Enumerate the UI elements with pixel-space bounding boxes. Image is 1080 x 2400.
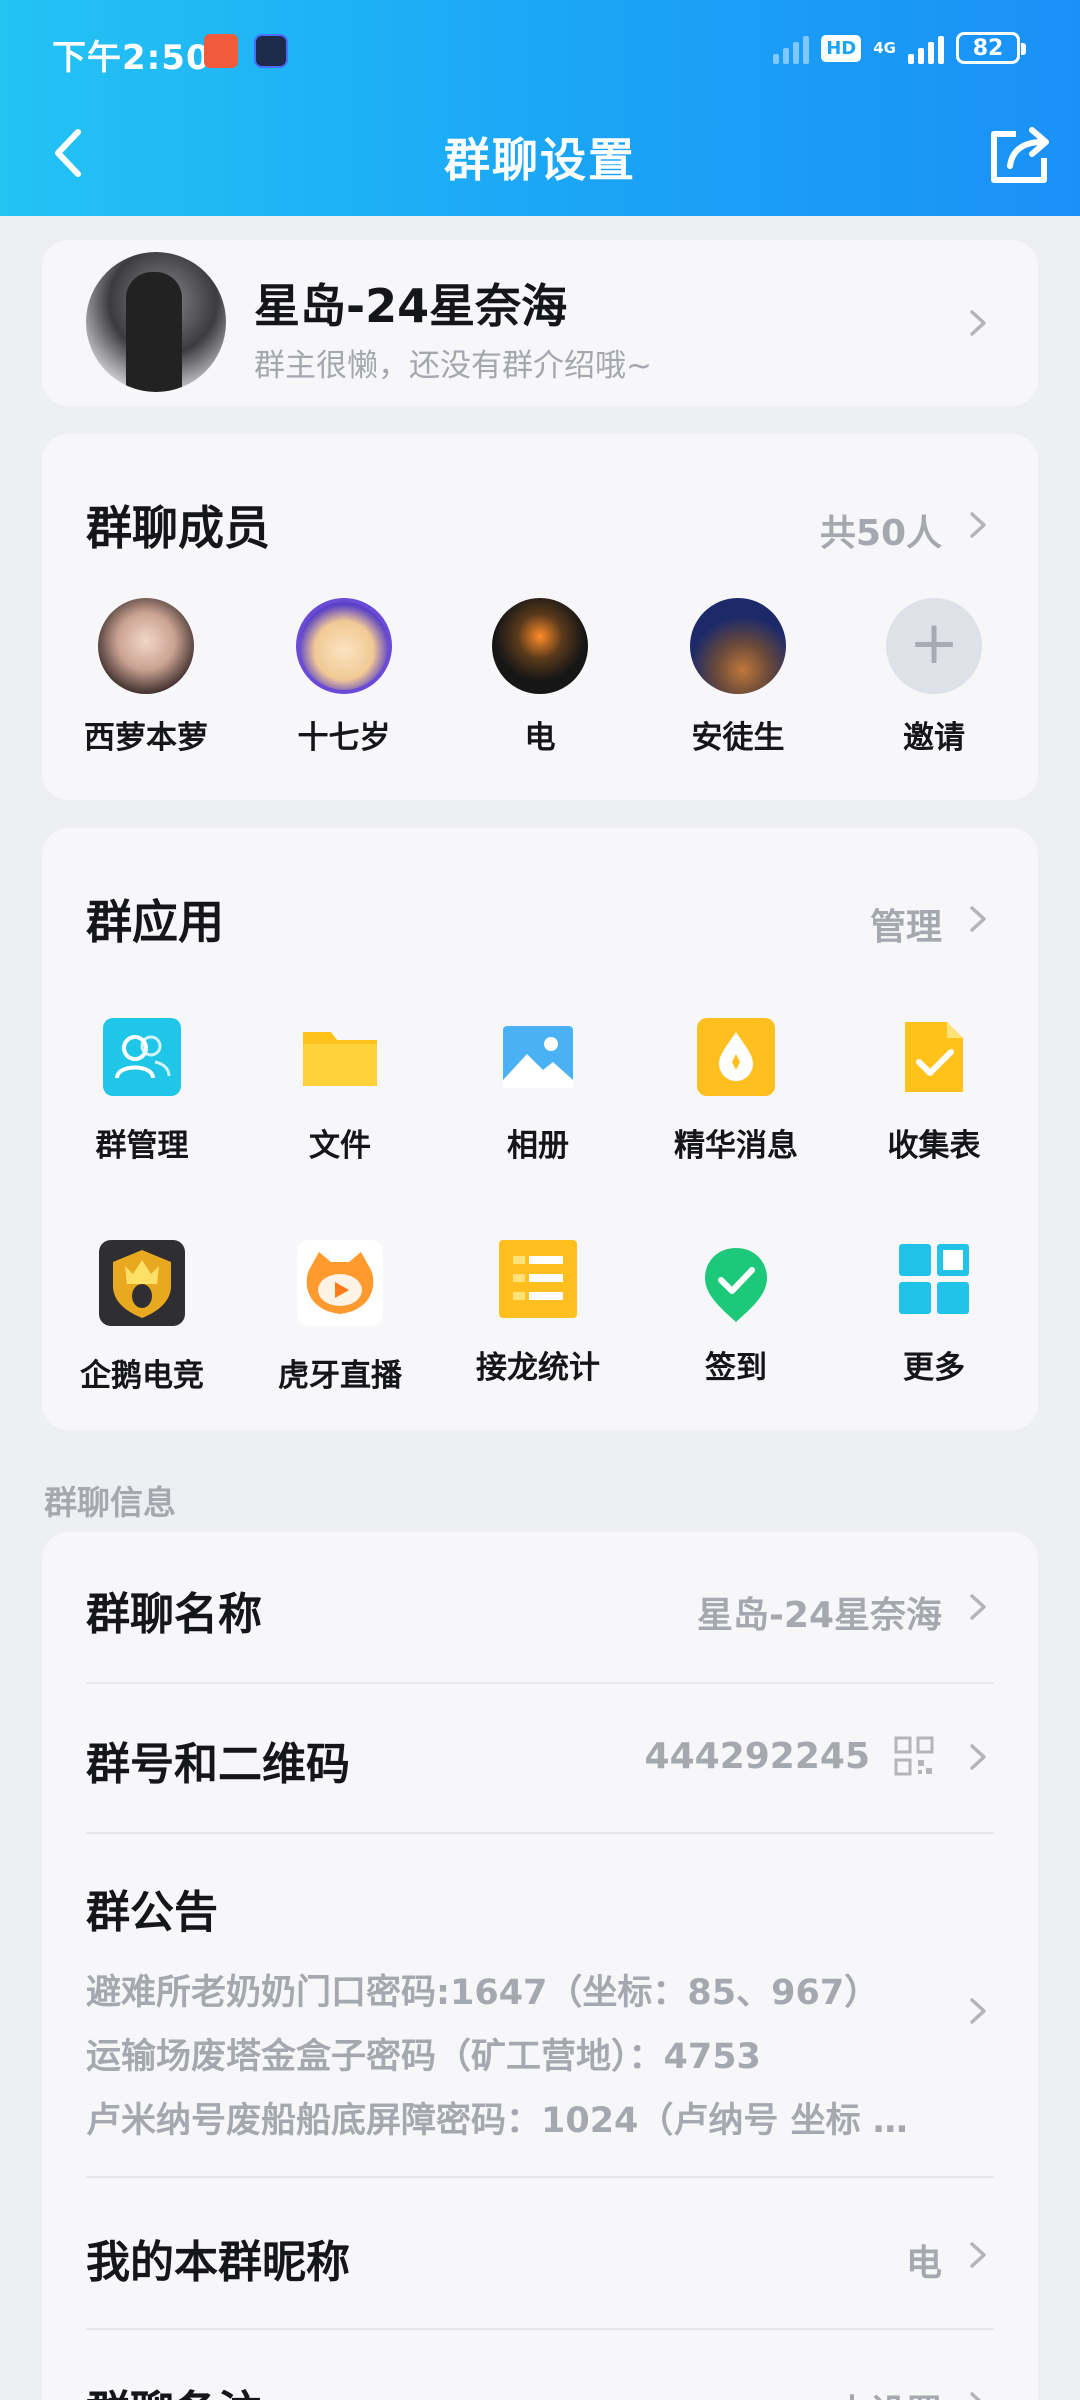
app-more[interactable]: 更多 <box>850 1240 1018 1387</box>
group-profile-card[interactable]: 星岛-24星奈海 群主很懒，还没有群介绍哦~ <box>42 240 1038 406</box>
chevron-right-icon[interactable] <box>960 902 994 936</box>
app-label: 虎牙直播 <box>278 1358 402 1394</box>
app-label: 企鹅电竞 <box>80 1358 204 1394</box>
member-item[interactable]: 电 <box>470 598 610 757</box>
member-item[interactable]: 西萝本萝 <box>76 598 216 757</box>
member-name: 安徒生 <box>691 720 785 756</box>
photo-album-icon <box>499 1018 577 1096</box>
huya-live-icon <box>297 1240 383 1326</box>
status-indicators: HD 4G 82 <box>773 32 1026 64</box>
my-nickname-label: 我的本群昵称 <box>86 2237 350 2288</box>
more-grid-icon <box>895 1240 973 1318</box>
apps-title: 群应用 <box>86 895 224 949</box>
header-bar: 下午2:50 HD 4G 82 群聊设置 <box>0 0 1080 216</box>
app-label: 文件 <box>309 1128 371 1164</box>
app-label: 精华消息 <box>674 1128 798 1164</box>
invite-label: 邀请 <box>903 720 965 756</box>
members-card: 群聊成员 共50人 西萝本萝 十七岁 电 安徒生 + 邀请 <box>42 434 1038 800</box>
member-item[interactable]: 安徒生 <box>668 598 808 757</box>
chevron-right-icon <box>960 2388 994 2400</box>
group-number-label: 群号和二维码 <box>86 1739 350 1790</box>
group-notice-row[interactable]: 群公告 避难所老奶奶门口密码:1647（坐标：85、967） 运输场废塔金盒子密… <box>42 1834 1038 2176</box>
battery-icon: 82 <box>956 32 1026 64</box>
share-button[interactable] <box>980 114 1060 194</box>
signal-icon <box>908 32 944 64</box>
app-relay-stats[interactable]: 接龙统计 <box>454 1240 622 1387</box>
notice-line: 运输场废塔金盒子密码（矿工营地）：4753 <box>86 2037 761 2077</box>
nav-bar: 群聊设置 <box>0 100 1080 216</box>
page-title: 群聊设置 <box>444 133 636 187</box>
chevron-right-icon <box>960 1994 994 2028</box>
group-number-row[interactable]: 群号和二维码 444292245 <box>42 1684 1038 1832</box>
notification-app-icon <box>204 34 238 68</box>
app-label: 群管理 <box>95 1128 189 1164</box>
group-apps-card: 群应用 管理 群管理 文件 相册 精华消息 收集表 企鹅电竞 虎牙直播 接龙统计… <box>42 828 1038 1430</box>
checkin-icon <box>697 1240 775 1322</box>
chevron-right-icon <box>960 1590 994 1624</box>
apps-manage-link[interactable]: 管理 <box>870 898 942 950</box>
avatar <box>492 598 588 694</box>
member-item[interactable]: 十七岁 <box>274 598 414 757</box>
invite-button[interactable]: + 邀请 <box>864 598 1004 757</box>
share-icon <box>991 127 1049 183</box>
my-nickname-row[interactable]: 我的本群昵称 电 <box>42 2178 1038 2328</box>
app-album[interactable]: 相册 <box>454 1018 622 1165</box>
group-remark-value: 未设置 <box>834 2384 942 2400</box>
member-count[interactable]: 共50人 <box>820 504 942 556</box>
app-label: 相册 <box>507 1128 569 1164</box>
penguin-esports-icon <box>99 1240 185 1326</box>
group-description: 群主很懒，还没有群介绍哦~ <box>254 348 652 384</box>
member-name: 十七岁 <box>297 720 391 756</box>
notice-line: 避难所老奶奶门口密码:1647（坐标：85、967） <box>86 1973 880 2013</box>
chevron-right-icon <box>960 1740 994 1774</box>
section-label-group-info: 群聊信息 <box>44 1483 176 1522</box>
group-info-card: 群聊名称 星岛-24星奈海 群号和二维码 444292245 群公告 避难所老奶… <box>42 1532 1038 2400</box>
member-name: 电 <box>524 720 556 756</box>
app-label: 签到 <box>705 1350 767 1386</box>
app-label: 更多 <box>903 1350 965 1386</box>
app-checkin[interactable]: 签到 <box>652 1240 820 1387</box>
member-name: 西萝本萝 <box>84 720 208 756</box>
status-bar: 下午2:50 HD 4G 82 <box>0 0 1080 100</box>
group-avatar <box>86 252 226 392</box>
group-name-label: 群聊名称 <box>86 1589 262 1640</box>
app-essence[interactable]: 精华消息 <box>652 1018 820 1165</box>
my-nickname-value: 电 <box>905 2243 942 2284</box>
app-penguin-esports[interactable]: 企鹅电竞 <box>58 1240 226 1395</box>
group-remark-row[interactable]: 群聊备注 未设置 <box>42 2330 1038 2400</box>
folder-icon <box>301 1018 379 1096</box>
group-name-row[interactable]: 群聊名称 星岛-24星奈海 <box>42 1532 1038 1682</box>
group-number-value: 444292245 <box>644 1736 870 1777</box>
avatar <box>296 598 392 694</box>
chevron-right-icon <box>960 306 994 340</box>
qr-code-icon <box>894 1736 934 1776</box>
form-check-icon <box>895 1018 973 1096</box>
relay-list-icon <box>499 1240 577 1318</box>
group-name: 星岛-24星奈海 <box>254 279 568 333</box>
network-type: 4G <box>873 38 896 57</box>
app-label: 接龙统计 <box>476 1350 600 1386</box>
avatar <box>98 598 194 694</box>
plus-icon: + <box>886 598 982 694</box>
signal-icon <box>773 32 810 64</box>
avatar <box>690 598 786 694</box>
app-huya-live[interactable]: 虎牙直播 <box>256 1240 424 1395</box>
chevron-right-icon[interactable] <box>960 508 994 542</box>
hd-badge: HD <box>821 34 862 62</box>
app-label: 收集表 <box>887 1128 981 1164</box>
status-time: 下午2:50 <box>52 38 211 78</box>
notification-app-icon <box>254 34 288 68</box>
group-remark-label: 群聊备注 <box>86 2376 262 2400</box>
app-collect-form[interactable]: 收集表 <box>850 1018 1018 1165</box>
app-files[interactable]: 文件 <box>256 1018 424 1165</box>
group-manage-icon <box>103 1018 181 1096</box>
members-title: 群聊成员 <box>86 501 270 555</box>
essence-icon <box>697 1018 775 1096</box>
group-name-value: 星岛-24星奈海 <box>696 1595 942 1636</box>
chevron-right-icon <box>960 2238 994 2272</box>
app-group-manage[interactable]: 群管理 <box>58 1018 226 1165</box>
notice-line: 卢米纳号废船船底屏障密码：1024（卢纳号 坐标 … <box>86 2101 908 2141</box>
group-notice-label: 群公告 <box>86 1887 218 1938</box>
